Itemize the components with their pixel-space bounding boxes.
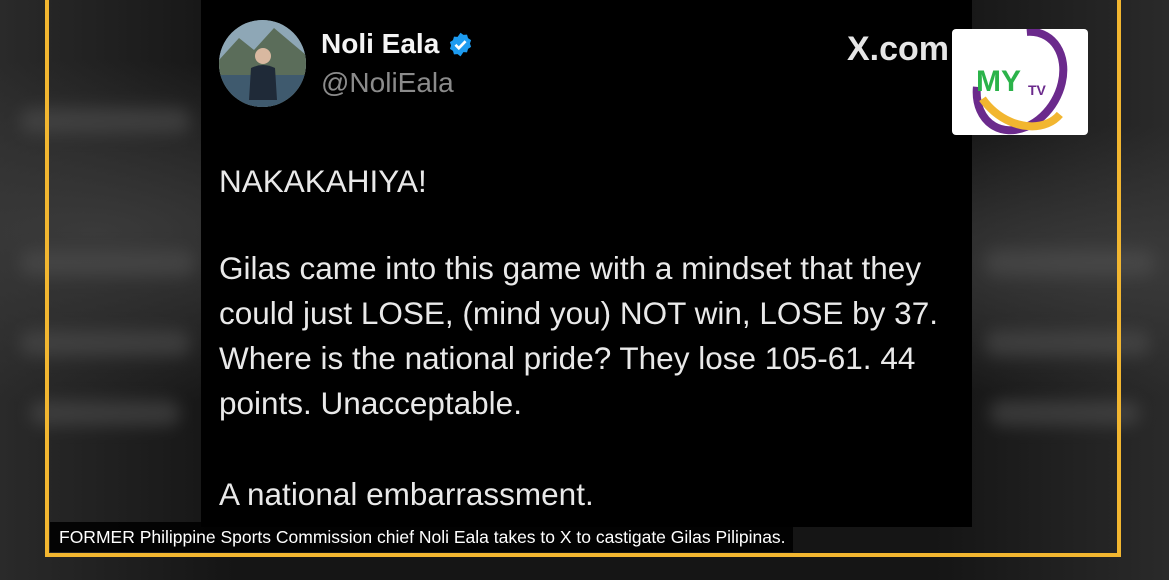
svg-text:TV: TV <box>1028 82 1047 98</box>
mytv-logo: MY TV <box>952 27 1088 135</box>
svg-text:MY: MY <box>976 65 1021 98</box>
news-caption: FORMER Philippine Sports Commission chie… <box>50 522 793 552</box>
